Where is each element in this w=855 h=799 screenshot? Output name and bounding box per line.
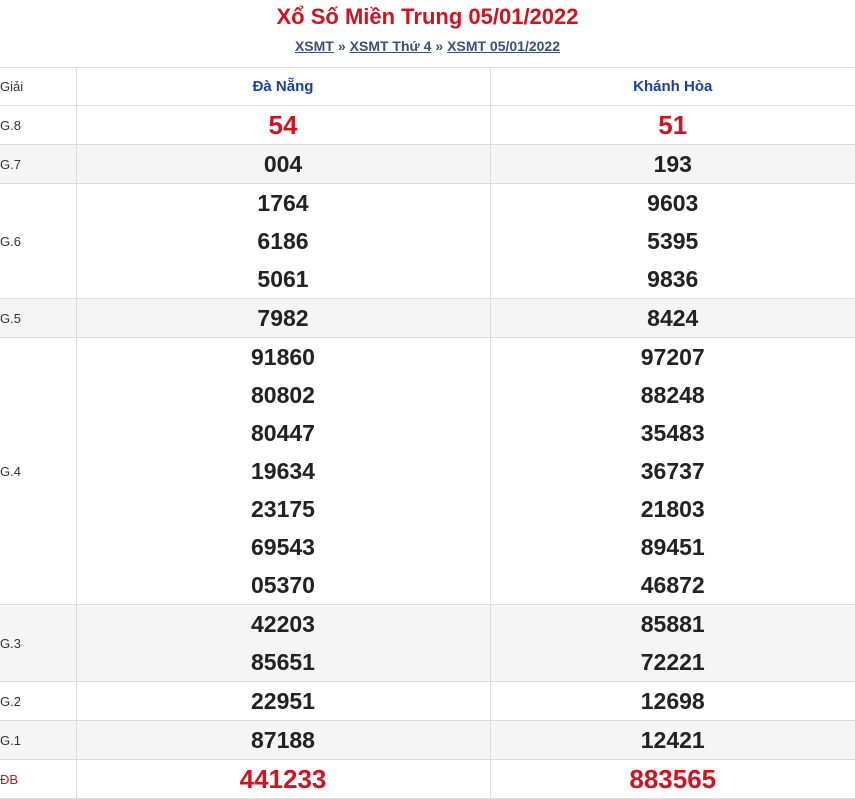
result-number: 5395: [647, 228, 699, 254]
prize-label: G.6: [0, 183, 77, 299]
table-header-row: Giải Đà Nẵng Khánh Hòa: [0, 67, 855, 106]
table-row: G.8 54 51: [0, 105, 855, 145]
table-row: G.6 1764 6186 5061 9603 5395 9836: [0, 183, 855, 299]
table-row: G.3 42203 85651 85881 72221: [0, 604, 855, 682]
result-number: 12698: [640, 688, 705, 714]
result-cell-da-nang: 42203 85651: [75, 604, 491, 682]
result-number: 35483: [640, 420, 705, 446]
prize-label: G.2: [0, 681, 77, 721]
result-number: 80802: [251, 382, 315, 408]
result-number: 23175: [251, 496, 315, 522]
result-number: 9603: [647, 190, 699, 216]
table-row: G.4 91860 80802 80447 19634 23175 69543 05370 97…: [0, 337, 855, 605]
result-cell-da-nang: 87188: [75, 720, 491, 760]
prize-label: G.8: [0, 105, 77, 145]
result-cell-khanh-hoa: 85881 72221: [489, 604, 855, 682]
table-row: G.5 7982 8424: [0, 298, 855, 338]
page-header: Xổ Số Miền Trung 05/01/2022 XSMT» XSMT Th…: [0, 0, 855, 67]
result-cell-khanh-hoa: 193: [489, 144, 855, 184]
result-number: 85651: [251, 649, 315, 675]
prize-label: ĐB: [0, 759, 77, 799]
result-number: 54: [268, 110, 298, 140]
result-number: 72221: [640, 649, 705, 675]
breadcrumb-link-xsmt-date[interactable]: XSMT 05/01/2022: [447, 38, 560, 54]
result-number: 69543: [251, 534, 315, 560]
result-number: 004: [263, 151, 303, 177]
result-cell-khanh-hoa: 9603 5395 9836: [489, 183, 855, 299]
result-cell-khanh-hoa: 8424: [489, 298, 855, 338]
result-cell-khanh-hoa: 97207 88248 35483 36737 21803 89451 46872: [489, 337, 855, 605]
result-cell-da-nang: 7982: [75, 298, 491, 338]
result-cell-khanh-hoa: 883565: [489, 759, 855, 799]
result-cell-da-nang: 91860 80802 80447 19634 23175 69543 05370: [75, 337, 491, 605]
result-number: 05370: [251, 572, 315, 598]
result-number: 19634: [251, 458, 315, 484]
breadcrumb-separator: »: [435, 38, 444, 54]
result-number: 87188: [251, 727, 315, 753]
prize-label: G.1: [0, 720, 77, 760]
result-cell-khanh-hoa: 12698: [489, 681, 855, 721]
breadcrumb-link-xsmt-thu4[interactable]: XSMT Thứ 4: [350, 38, 432, 54]
result-number: 8424: [647, 305, 699, 331]
result-cell-khanh-hoa: 12421: [489, 720, 855, 760]
result-number: 441233: [239, 764, 327, 794]
result-number: 97207: [640, 344, 705, 370]
result-number: 12421: [640, 727, 705, 753]
result-cell-da-nang: 22951: [75, 681, 491, 721]
results-table: Giải Đà Nẵng Khánh Hòa G.8 54 51 G.7 004 193 G…: [0, 67, 855, 799]
result-number: 883565: [629, 764, 717, 794]
table-row: ĐB 441233 883565: [0, 759, 855, 799]
result-number: 21803: [640, 496, 705, 522]
result-number: 9836: [647, 266, 699, 292]
province-header-da-nang: Đà Nẵng: [75, 67, 491, 106]
result-cell-da-nang: 004: [75, 144, 491, 184]
result-number: 80447: [251, 420, 315, 446]
result-number: 46872: [640, 572, 705, 598]
table-row: G.1 87188 12421: [0, 720, 855, 760]
result-number: 7982: [257, 305, 309, 331]
result-number: 85881: [640, 611, 705, 637]
prize-label: G.7: [0, 144, 77, 184]
results-body: G.8 54 51 G.7 004 193 G.6 1764 6186 5061 9603 5395 9…: [0, 105, 855, 799]
prize-column-header: Giải: [0, 67, 77, 106]
result-number: 91860: [251, 344, 315, 370]
result-cell-khanh-hoa: 51: [489, 105, 855, 145]
breadcrumb-link-xsmt[interactable]: XSMT: [295, 38, 334, 54]
result-number: 6186: [257, 228, 309, 254]
result-number: 42203: [251, 611, 315, 637]
prize-label: G.5: [0, 298, 77, 338]
result-number: 89451: [640, 534, 705, 560]
page-title: Xổ Số Miền Trung 05/01/2022: [276, 4, 579, 29]
prize-label: G.4: [0, 337, 77, 605]
table-row: G.7 004 193: [0, 144, 855, 184]
result-cell-da-nang: 1764 6186 5061: [75, 183, 491, 299]
result-number: 51: [658, 110, 688, 140]
result-number: 1764: [257, 190, 309, 216]
result-number: 22951: [251, 688, 315, 714]
breadcrumb: XSMT» XSMT Thứ 4» XSMT 05/01/2022: [0, 37, 855, 55]
province-header-khanh-hoa: Khánh Hòa: [489, 67, 855, 106]
result-number: 5061: [257, 266, 309, 292]
result-cell-da-nang: 54: [75, 105, 491, 145]
table-row: G.2 22951 12698: [0, 681, 855, 721]
result-number: 193: [653, 151, 692, 177]
result-number: 36737: [640, 458, 705, 484]
prize-label: G.3: [0, 604, 77, 682]
breadcrumb-separator: »: [337, 38, 346, 54]
result-number: 88248: [640, 382, 705, 408]
result-cell-da-nang: 441233: [75, 759, 491, 799]
